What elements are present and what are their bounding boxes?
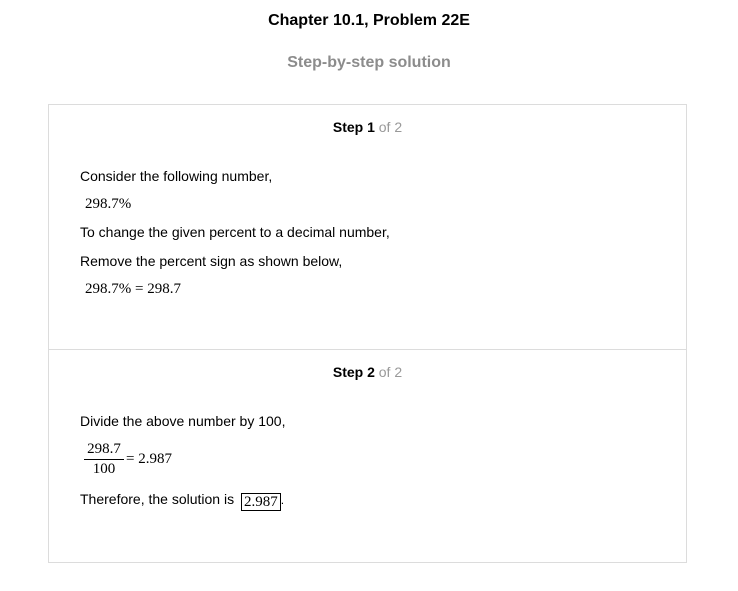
fraction-result: = 2.987 — [126, 451, 172, 467]
period: . — [280, 493, 285, 507]
step-label: Step 2 — [332, 364, 375, 380]
instruction-text: To change the given percent to a decimal… — [80, 224, 390, 240]
step-1-panel: Step 1 of 2 Consider the following numbe… — [49, 105, 686, 350]
step-label: Step 1 — [332, 119, 375, 135]
step-2-header: Step 2 of 2 — [49, 364, 686, 380]
therefore-text: Therefore, the solution is — [80, 491, 235, 507]
answer-box: 2.987 — [240, 493, 281, 511]
fraction-denominator: 100 — [92, 461, 116, 477]
step-count: of 2 — [374, 119, 403, 135]
solution-card: Step 1 of 2 Consider the following numbe… — [48, 104, 687, 563]
divide-text: Divide the above number by 100, — [80, 413, 286, 429]
chapter-title: Chapter 10.1, Problem 22E — [268, 12, 470, 29]
solution-subtitle: Step-by-step solution — [287, 54, 451, 71]
step-count: of 2 — [374, 364, 403, 380]
step-2-panel: Step 2 of 2 Divide the above number by 1… — [49, 350, 686, 564]
percent-equation: 298.7% = 298.7 — [85, 281, 181, 297]
fraction-numerator: 298.7 — [87, 441, 121, 457]
step-1-header: Step 1 of 2 — [49, 119, 686, 135]
remove-text: Remove the percent sign as shown below, — [80, 253, 343, 269]
given-number: 298.7% — [85, 196, 132, 212]
consider-text: Consider the following number, — [80, 168, 273, 184]
conclusion-line: Therefore, the solution is 2.987. — [80, 491, 284, 511]
